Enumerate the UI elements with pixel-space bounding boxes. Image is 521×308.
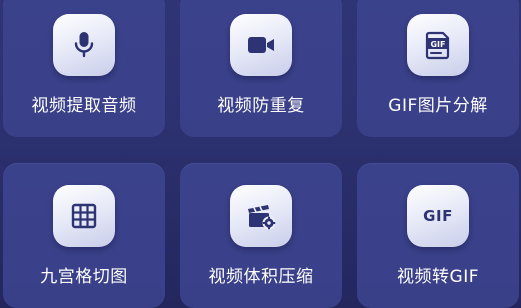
grid-icon bbox=[71, 203, 97, 229]
gif-badge-text: GIF bbox=[430, 40, 445, 49]
tool-label: 九宫格切图 bbox=[40, 267, 128, 287]
tool-label: 视频提取音频 bbox=[31, 96, 137, 116]
tool-card-video-dedupe[interactable]: 视频防重复 bbox=[180, 0, 342, 137]
video-camera-icon bbox=[248, 37, 274, 53]
gif-text-icon: GIF bbox=[423, 207, 453, 225]
gif-file-icon: GIF bbox=[425, 31, 450, 60]
tool-card-video-compress[interactable]: 视频体积压缩 bbox=[180, 163, 342, 308]
tool-icon-tile bbox=[230, 14, 292, 76]
tool-icon-tile: GIF bbox=[407, 185, 469, 247]
clapperboard-gear-icon bbox=[248, 205, 276, 230]
tool-icon-tile bbox=[53, 14, 115, 76]
tool-label: 视频转GIF bbox=[397, 267, 479, 287]
tool-card-gif-split[interactable]: GIF GIF图片分解 bbox=[357, 0, 519, 137]
tool-card-video-to-gif[interactable]: GIF 视频转GIF bbox=[357, 163, 519, 308]
tool-card-grid-cut[interactable]: 九宫格切图 bbox=[3, 163, 165, 308]
tool-label: GIF图片分解 bbox=[388, 96, 488, 116]
tool-label: 视频防重复 bbox=[217, 96, 305, 116]
microphone-icon bbox=[74, 32, 94, 58]
tool-icon-tile: GIF bbox=[407, 14, 469, 76]
tool-card-extract-audio[interactable]: 视频提取音频 bbox=[3, 0, 165, 137]
tool-icon-tile bbox=[230, 185, 292, 247]
tool-icon-tile bbox=[53, 185, 115, 247]
tool-label: 视频体积压缩 bbox=[208, 267, 314, 287]
